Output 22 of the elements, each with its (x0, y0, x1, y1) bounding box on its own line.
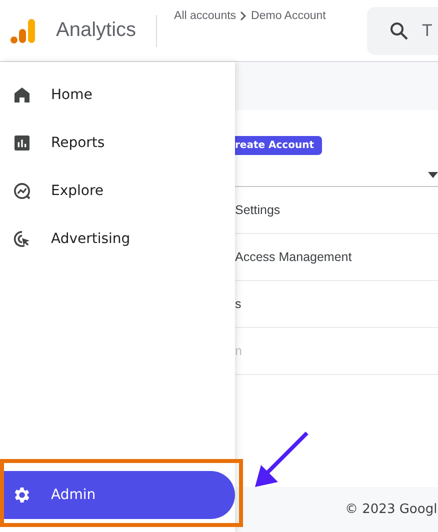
caret-icon (428, 172, 438, 178)
nav-item[interactable]: Reports (0, 119, 235, 167)
create-account-button[interactable]: reate Account (235, 136, 322, 155)
target-cursor-icon (12, 229, 32, 249)
bar-chart-icon (12, 133, 32, 153)
search-field[interactable]: T (367, 6, 438, 54)
gear-icon (12, 485, 32, 505)
house-icon (12, 85, 32, 105)
breadcrumb-link[interactable]: All accounts (174, 10, 236, 22)
breadcrumb-link[interactable]: Demo Account (251, 10, 326, 22)
product-name: Analytics (56, 19, 136, 42)
chevron-icon (239, 11, 248, 21)
settings-row[interactable]: s (235, 281, 438, 328)
nav-item[interactable]: Explore (0, 167, 235, 215)
settings-row[interactable]: Access Management (235, 234, 438, 281)
settings-row[interactable]: Settings (235, 187, 438, 234)
nav-item[interactable]: Home (0, 71, 235, 119)
trend-chart-icon (12, 181, 32, 201)
logo-icon (10, 18, 36, 44)
copyright-text: © 2023 Googl (345, 502, 438, 517)
search-icon (389, 20, 409, 40)
nav-item[interactable]: Advertising (0, 215, 235, 263)
